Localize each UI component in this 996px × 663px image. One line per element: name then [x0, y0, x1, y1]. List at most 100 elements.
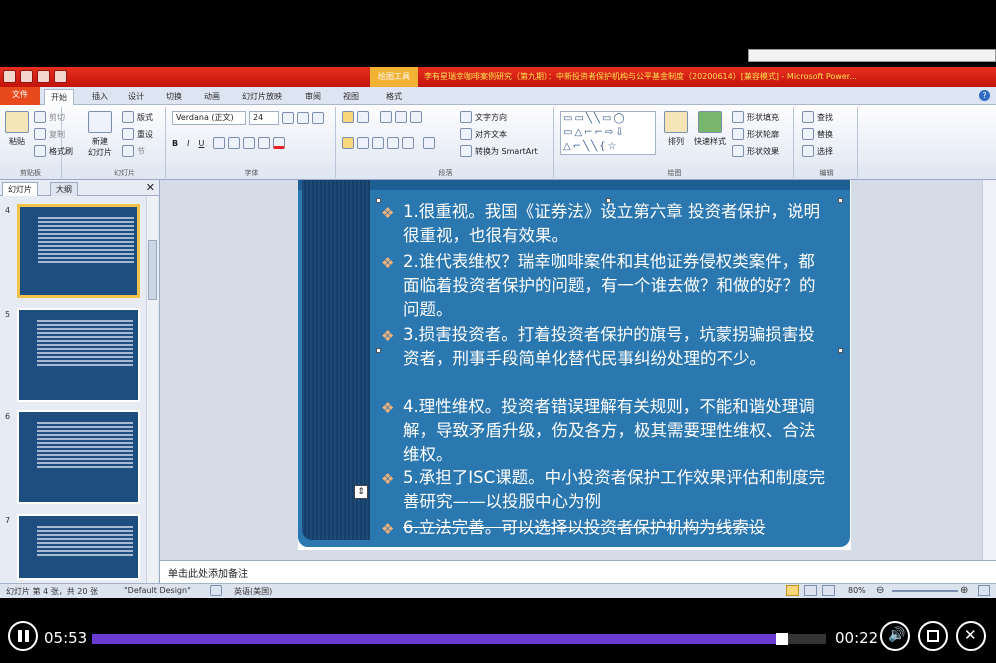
- slide-thumbnail[interactable]: [17, 514, 140, 580]
- font-size-dropdown[interactable]: 24: [249, 111, 279, 125]
- tab-design[interactable]: 设计: [122, 89, 150, 105]
- font-color-icon[interactable]: [273, 137, 286, 149]
- new-slide-button[interactable]: 新建 幻灯片: [88, 111, 112, 158]
- redo-icon[interactable]: [54, 70, 67, 83]
- tab-transitions[interactable]: 切换: [160, 89, 188, 105]
- resize-handle[interactable]: [838, 198, 843, 203]
- tab-slideshow[interactable]: 幻灯片放映: [236, 89, 288, 105]
- tab-view[interactable]: 视图: [337, 89, 365, 105]
- align-center-icon[interactable]: [357, 137, 369, 149]
- bullets-icon[interactable]: [342, 111, 354, 123]
- pause-icon: [18, 630, 22, 642]
- underline-button[interactable]: U: [198, 139, 204, 148]
- text-direction-button[interactable]: 文字方向: [460, 111, 507, 123]
- scrollbar-thumb[interactable]: [148, 240, 157, 300]
- bullet-item[interactable]: ❖ 5.承担了ISC课题。中小投资者保护工作效果评估和制度完善研究——以投服中心为…: [381, 466, 826, 514]
- format-painter-button[interactable]: 格式刷: [34, 145, 73, 157]
- slide-thumbnail[interactable]: [17, 204, 140, 298]
- autofit-options-icon[interactable]: ⇕: [354, 485, 368, 499]
- zoom-in-icon[interactable]: ⊕: [960, 585, 968, 596]
- resize-handle[interactable]: [376, 348, 381, 353]
- shape-effects-button[interactable]: 形状效果: [732, 145, 779, 157]
- tab-home[interactable]: 开始: [44, 89, 74, 105]
- resize-handle[interactable]: [376, 198, 381, 203]
- increase-indent-icon[interactable]: [395, 111, 407, 123]
- spelling-check-icon[interactable]: [210, 585, 222, 596]
- language[interactable]: 英语(美国): [234, 586, 272, 597]
- pause-button[interactable]: [8, 621, 38, 651]
- slide-thumbnail[interactable]: [17, 308, 140, 402]
- smartart-button[interactable]: 转换为 SmartArt: [460, 145, 538, 157]
- notes-pane[interactable]: 单击此处添加备注: [160, 560, 996, 583]
- undo-icon[interactable]: [37, 70, 50, 83]
- clear-format-icon[interactable]: [312, 112, 324, 124]
- replace-button[interactable]: 替换: [802, 128, 833, 140]
- shapes-gallery[interactable]: ▭▭╲╲▭◯ ▭△⌐⌐⇨⇩ △⌐╲╲{☆: [560, 111, 656, 155]
- italic-button[interactable]: I: [187, 139, 189, 148]
- tab-outline-pane[interactable]: 大纲: [50, 182, 78, 196]
- fit-to-window-icon[interactable]: [978, 585, 990, 596]
- tab-format[interactable]: 格式: [380, 89, 408, 105]
- shrink-font-icon[interactable]: [297, 112, 309, 124]
- copy-button[interactable]: 复制: [34, 128, 65, 140]
- align-text-button[interactable]: 对齐文本: [460, 128, 507, 140]
- tab-insert[interactable]: 插入: [86, 89, 114, 105]
- cut-button[interactable]: 剪切: [34, 111, 65, 123]
- zoom-level[interactable]: 80%: [848, 586, 866, 595]
- paste-button[interactable]: 粘贴: [5, 111, 29, 147]
- slide-thumbnail[interactable]: [17, 410, 140, 504]
- volume-button[interactable]: 🔊: [880, 621, 910, 651]
- layout-button[interactable]: 版式: [122, 111, 153, 123]
- justify-icon[interactable]: [387, 137, 399, 149]
- align-right-icon[interactable]: [372, 137, 384, 149]
- align-left-icon[interactable]: [342, 137, 354, 149]
- decrease-indent-icon[interactable]: [380, 111, 392, 123]
- help-icon[interactable]: ?: [979, 90, 990, 101]
- font-name-dropdown[interactable]: Verdana (正文): [172, 111, 246, 125]
- tab-file[interactable]: 文件: [0, 87, 40, 105]
- bullet-item[interactable]: ❖ 1.很重视。我国《证券法》设立第六章 投资者保护，说明很重视，也很有效果。: [381, 200, 826, 248]
- change-case-icon[interactable]: [258, 137, 271, 149]
- exit-fullscreen-button[interactable]: ✕: [956, 621, 986, 651]
- tab-review[interactable]: 审阅: [299, 89, 327, 105]
- numbering-icon[interactable]: [357, 111, 369, 123]
- align-text-icon: [460, 128, 472, 140]
- crop-button[interactable]: [918, 621, 948, 651]
- bold-button[interactable]: B: [172, 139, 178, 148]
- normal-view-icon[interactable]: [786, 585, 799, 596]
- save-icon[interactable]: [20, 70, 33, 83]
- char-spacing-icon[interactable]: [243, 137, 256, 149]
- distribute-icon[interactable]: [402, 137, 414, 149]
- arrange-button[interactable]: 排列: [664, 111, 688, 147]
- grow-font-icon[interactable]: [282, 112, 294, 124]
- progress-knob[interactable]: [775, 633, 788, 645]
- quick-styles-button[interactable]: 快速样式: [694, 111, 726, 147]
- bullet-item[interactable]: ❖ 4.理性维权。投资者错误理解有关规则，不能和谐处理调解，导致矛盾升级，伤及各方…: [381, 395, 826, 467]
- bullet-item[interactable]: ❖ 2.谁代表维权？瑞幸咖啡案件和其他证券侵权类案件，都面临着投资者保护的问题，有…: [381, 250, 826, 322]
- line-spacing-icon[interactable]: [410, 111, 422, 123]
- thumbnail-scrollbar[interactable]: [146, 196, 158, 583]
- shadow-icon[interactable]: [213, 137, 226, 149]
- close-icon[interactable]: ✕: [146, 181, 155, 194]
- columns-icon[interactable]: [423, 137, 435, 149]
- resize-handle[interactable]: [838, 348, 843, 353]
- slide-sorter-icon[interactable]: [804, 585, 817, 596]
- section-button[interactable]: 节: [122, 145, 145, 157]
- quick-access-toolbar: [3, 70, 67, 83]
- shape-outline-button[interactable]: 形状轮廓: [732, 128, 779, 140]
- bullet-item[interactable]: ❖ 6.立法完善。可以选择以投资者保护机构为线索设: [381, 516, 826, 540]
- reading-view-icon[interactable]: [822, 585, 835, 596]
- zoom-out-icon[interactable]: ⊖: [876, 585, 884, 596]
- tab-slides-pane[interactable]: 幻灯片: [2, 182, 38, 196]
- find-button[interactable]: 查找: [802, 111, 833, 123]
- editor-scrollbar[interactable]: [982, 180, 996, 560]
- resize-handle[interactable]: [606, 198, 611, 203]
- select-button[interactable]: 选择: [802, 145, 833, 157]
- zoom-slider[interactable]: [892, 590, 958, 592]
- bullet-item[interactable]: ❖ 3.损害投资者。打着投资者保护的旗号，坑蒙拐骗损害投资者，刑事手段简单化替代民…: [381, 323, 826, 371]
- reset-button[interactable]: 重设: [122, 128, 153, 140]
- strikethrough-icon[interactable]: [228, 137, 241, 149]
- tab-animations[interactable]: 动画: [198, 89, 226, 105]
- shape-fill-button[interactable]: 形状填充: [732, 111, 779, 123]
- progress-bar[interactable]: [92, 633, 826, 645]
